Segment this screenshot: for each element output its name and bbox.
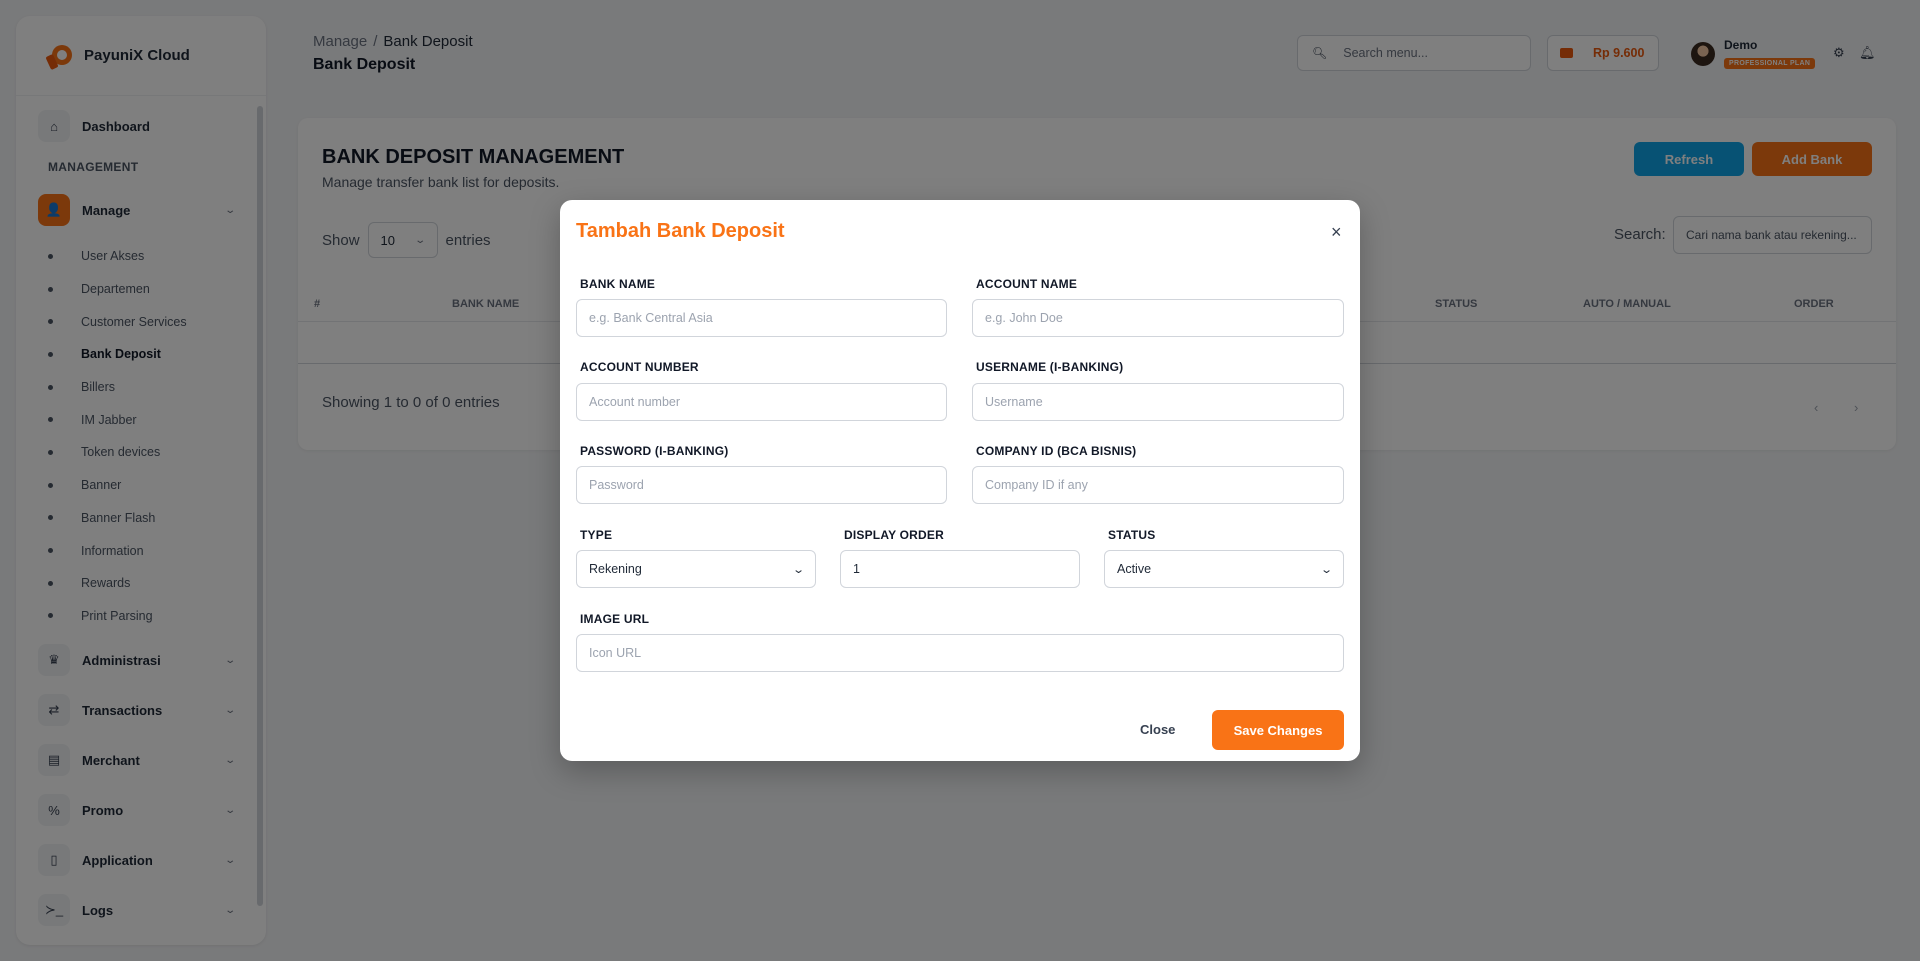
account-name-label: ACCOUNT NAME <box>976 277 1078 291</box>
account-name-input[interactable]: e.g. John Doe <box>972 299 1344 337</box>
add-bank-modal: Tambah Bank Deposit × BANK NAME e.g. Ban… <box>560 200 1360 761</box>
username-label: USERNAME (I-BANKING) <box>976 360 1124 374</box>
account-number-label: ACCOUNT NUMBER <box>580 360 699 374</box>
bank-name-input[interactable]: e.g. Bank Central Asia <box>576 299 947 337</box>
type-value: Rekening <box>589 562 642 576</box>
type-label: TYPE <box>580 528 613 542</box>
image-url-label: IMAGE URL <box>580 612 650 626</box>
status-label: STATUS <box>1108 528 1156 542</box>
password-label: PASSWORD (I-BANKING) <box>580 444 729 458</box>
type-select[interactable]: Rekening ⌄ <box>576 550 816 588</box>
status-select[interactable]: Active ⌄ <box>1104 550 1344 588</box>
display-order-label: DISPLAY ORDER <box>844 528 944 542</box>
close-icon[interactable]: × <box>1331 222 1342 243</box>
username-input[interactable]: Username <box>972 383 1344 421</box>
bank-name-label: BANK NAME <box>580 277 656 291</box>
close-button[interactable]: Close <box>1140 722 1175 737</box>
company-id-input[interactable]: Company ID if any <box>972 466 1344 504</box>
display-order-input[interactable]: 1 <box>840 550 1080 588</box>
chevron-down-icon: ⌄ <box>791 563 805 576</box>
modal-title: Tambah Bank Deposit <box>576 220 785 242</box>
password-input[interactable]: Password <box>576 466 947 504</box>
company-id-label: COMPANY ID (BCA BISNIS) <box>976 444 1137 458</box>
save-changes-button[interactable]: Save Changes <box>1212 710 1344 750</box>
chevron-down-icon: ⌄ <box>1319 563 1333 576</box>
image-url-input[interactable]: Icon URL <box>576 634 1344 672</box>
account-number-input[interactable]: Account number <box>576 383 947 421</box>
status-value: Active <box>1117 562 1152 576</box>
